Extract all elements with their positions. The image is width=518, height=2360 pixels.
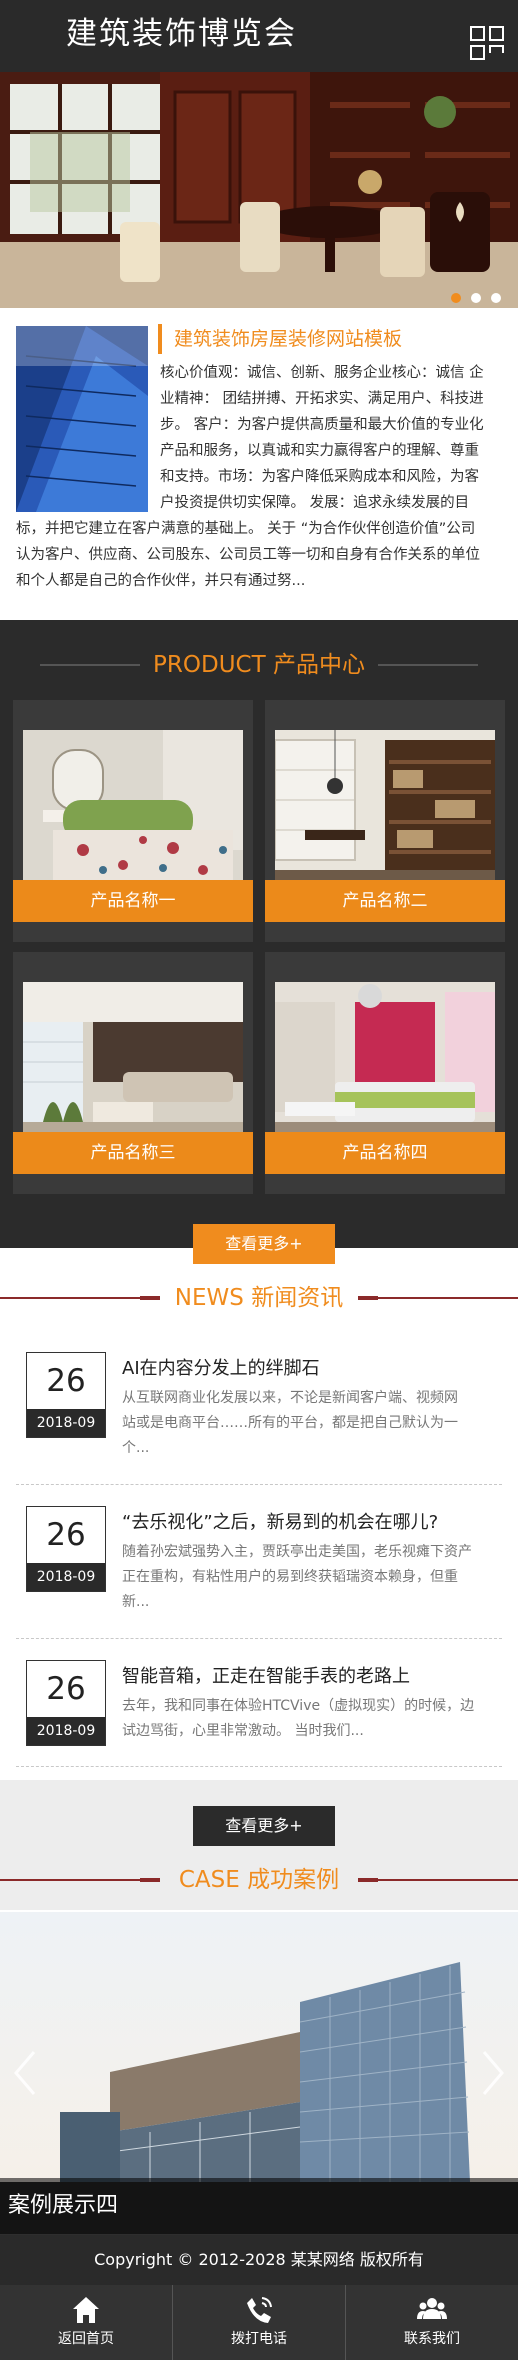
product-card[interactable]: 产品名称一 — [13, 700, 253, 942]
slider-dot[interactable] — [451, 293, 461, 303]
footer-contact[interactable]: 联系我们 — [346, 2285, 518, 2360]
contacts-icon — [417, 2295, 447, 2325]
phone-icon — [244, 2295, 274, 2325]
about-line: 和支持。市场：为客户降低采购成本和风险，为客 — [160, 469, 479, 485]
about-line: 步。 客户：为客户提供高质量和最大价值的专业化 — [160, 417, 484, 433]
product-name[interactable]: 产品名称一 — [13, 880, 253, 922]
about-line: 产品和服务，以真诚和实力赢得客户的理解、尊重 — [160, 443, 479, 459]
product-more-button[interactable]: 查看更多+ — [193, 1224, 335, 1264]
date-year-month: 2018-09 — [27, 1717, 105, 1745]
case-title-cn: 成功案例 — [247, 1867, 340, 1893]
news-desc-line: 随着孙宏斌强势入主，贾跃亭出走美国，老乐视瘫下资产 — [122, 1544, 472, 1560]
product-name[interactable]: 产品名称四 — [265, 1132, 505, 1174]
site-title[interactable]: 建筑装饰博览会 — [66, 14, 297, 54]
product-section-title: PRODUCT 产品中心 — [0, 647, 518, 683]
date-box: 26 2018-09 — [26, 1660, 106, 1746]
product-image — [275, 730, 495, 904]
about-image — [16, 326, 148, 512]
case-caption[interactable]: 案例展示四 — [8, 2188, 118, 2224]
about-line: 和个人都是自己的合作伙伴，并只有通过努... — [16, 573, 306, 589]
product-title-cn: 产品中心 — [272, 652, 365, 678]
footer-call[interactable]: 拨打电话 — [173, 2285, 345, 2360]
news-divider — [16, 1638, 502, 1639]
news-title[interactable]: “去乐视化”之后，新易到的机会在哪儿? — [122, 1508, 438, 1534]
product-card[interactable]: 产品名称四 — [265, 952, 505, 1194]
date-day: 26 — [46, 1517, 86, 1553]
date-year-month: 2018-09 — [27, 1409, 105, 1437]
news-item[interactable]: 26 2018-09 AI在内容分发上的绊脚石 从互联网商业化发展以来，不论是新… — [16, 1350, 502, 1470]
product-card[interactable]: 产品名称二 — [265, 700, 505, 942]
product-name[interactable]: 产品名称二 — [265, 880, 505, 922]
footer-nav: 返回首页 拨打电话 联系我们 — [0, 2285, 518, 2360]
product-title-en: PRODUCT — [153, 652, 266, 678]
news-desc-line: 从互联网商业化发展以来，不论是新闻客户端、视频网 — [122, 1390, 458, 1406]
banner-slider[interactable] — [0, 72, 518, 308]
slider-dot[interactable] — [471, 293, 481, 303]
news-desc-line: 正在重构，有粘性用户的易到终获韬瑞资本赖身，但重 — [122, 1569, 458, 1585]
product-section: PRODUCT 产品中心 产品名称一 产品名称二 产品名称三 产品名称四 — [0, 620, 518, 1248]
footer-home-label: 返回首页 — [58, 2331, 114, 2347]
news-more-button[interactable]: 查看更多+ — [193, 1806, 335, 1846]
footer-contact-label: 联系我们 — [404, 2331, 460, 2347]
about-line: 核心价值观：诚信、创新、服务企业核心：诚信 企 — [160, 365, 484, 381]
about-line: 标，并把它建立在客户满意的基础上。 关于 “为合作伙伴创造价值”公司 — [16, 521, 476, 537]
case-section-title: CASE 成功案例 — [0, 1862, 518, 1898]
news-desc-line: 试边骂街，心里非常激动。 当时我们... — [122, 1723, 364, 1739]
product-image — [23, 982, 243, 1156]
case-caption-bar: 案例展示四 — [0, 2178, 518, 2234]
news-divider — [16, 1766, 502, 1767]
home-icon — [71, 2295, 101, 2325]
footer-call-label: 拨打电话 — [231, 2331, 287, 2347]
about-line: 户投资提供切实保障。 发展：追求永续发展的目 — [160, 495, 470, 511]
news-item[interactable]: 26 2018-09 智能音箱，正走在智能手表的老路上 去年，我和同事在体验HT… — [16, 1658, 502, 1758]
about-title[interactable]: 建筑装饰房屋装修网站模板 — [158, 324, 498, 354]
prev-arrow-icon[interactable] — [10, 2048, 40, 2098]
date-day: 26 — [46, 1671, 86, 1707]
date-box: 26 2018-09 — [26, 1506, 106, 1592]
date-day: 26 — [46, 1363, 86, 1399]
news-desc-line: 去年，我和同事在体验HTCVive（虚拟现实）的时候，边 — [122, 1698, 475, 1714]
news-title-cn: 新闻资讯 — [251, 1285, 344, 1311]
product-card[interactable]: 产品名称三 — [13, 952, 253, 1194]
site-header: 建筑装饰博览会 — [0, 0, 518, 72]
news-section-title: NEWS 新闻资讯 — [0, 1280, 518, 1316]
news-title[interactable]: 智能音箱，正走在智能手表的老路上 — [122, 1662, 410, 1688]
copyright: Copyright © 2012-2028 某某网络 版权所有 — [0, 2235, 518, 2285]
news-desc-line: 个... — [122, 1440, 150, 1456]
grid-menu-icon[interactable] — [470, 26, 504, 60]
product-image — [275, 982, 495, 1156]
product-name[interactable]: 产品名称三 — [13, 1132, 253, 1174]
news-title[interactable]: AI在内容分发上的绊脚石 — [122, 1354, 320, 1380]
news-divider — [16, 1484, 502, 1485]
next-arrow-icon[interactable] — [478, 2048, 508, 2098]
about-line: 认为客户、供应商、公司股东、公司员工等一切和自身有合作关系的单位 — [16, 547, 480, 563]
news-desc-line: 站或是电商平台……所有的平台，都是把自己默认为一 — [122, 1415, 458, 1431]
about-line: 业精神： 团结拼搏、开拓求实、满足用户、科技进 — [160, 391, 484, 407]
news-item[interactable]: 26 2018-09 “去乐视化”之后，新易到的机会在哪儿? 随着孙宏斌强势入主… — [16, 1504, 502, 1624]
news-title-en: NEWS — [174, 1285, 244, 1311]
footer-home[interactable]: 返回首页 — [0, 2285, 172, 2360]
slider-dot[interactable] — [491, 293, 501, 303]
case-title-en: CASE — [178, 1867, 240, 1893]
date-year-month: 2018-09 — [27, 1563, 105, 1591]
product-image — [23, 730, 243, 904]
date-box: 26 2018-09 — [26, 1352, 106, 1438]
news-desc-line: 新... — [122, 1594, 150, 1610]
